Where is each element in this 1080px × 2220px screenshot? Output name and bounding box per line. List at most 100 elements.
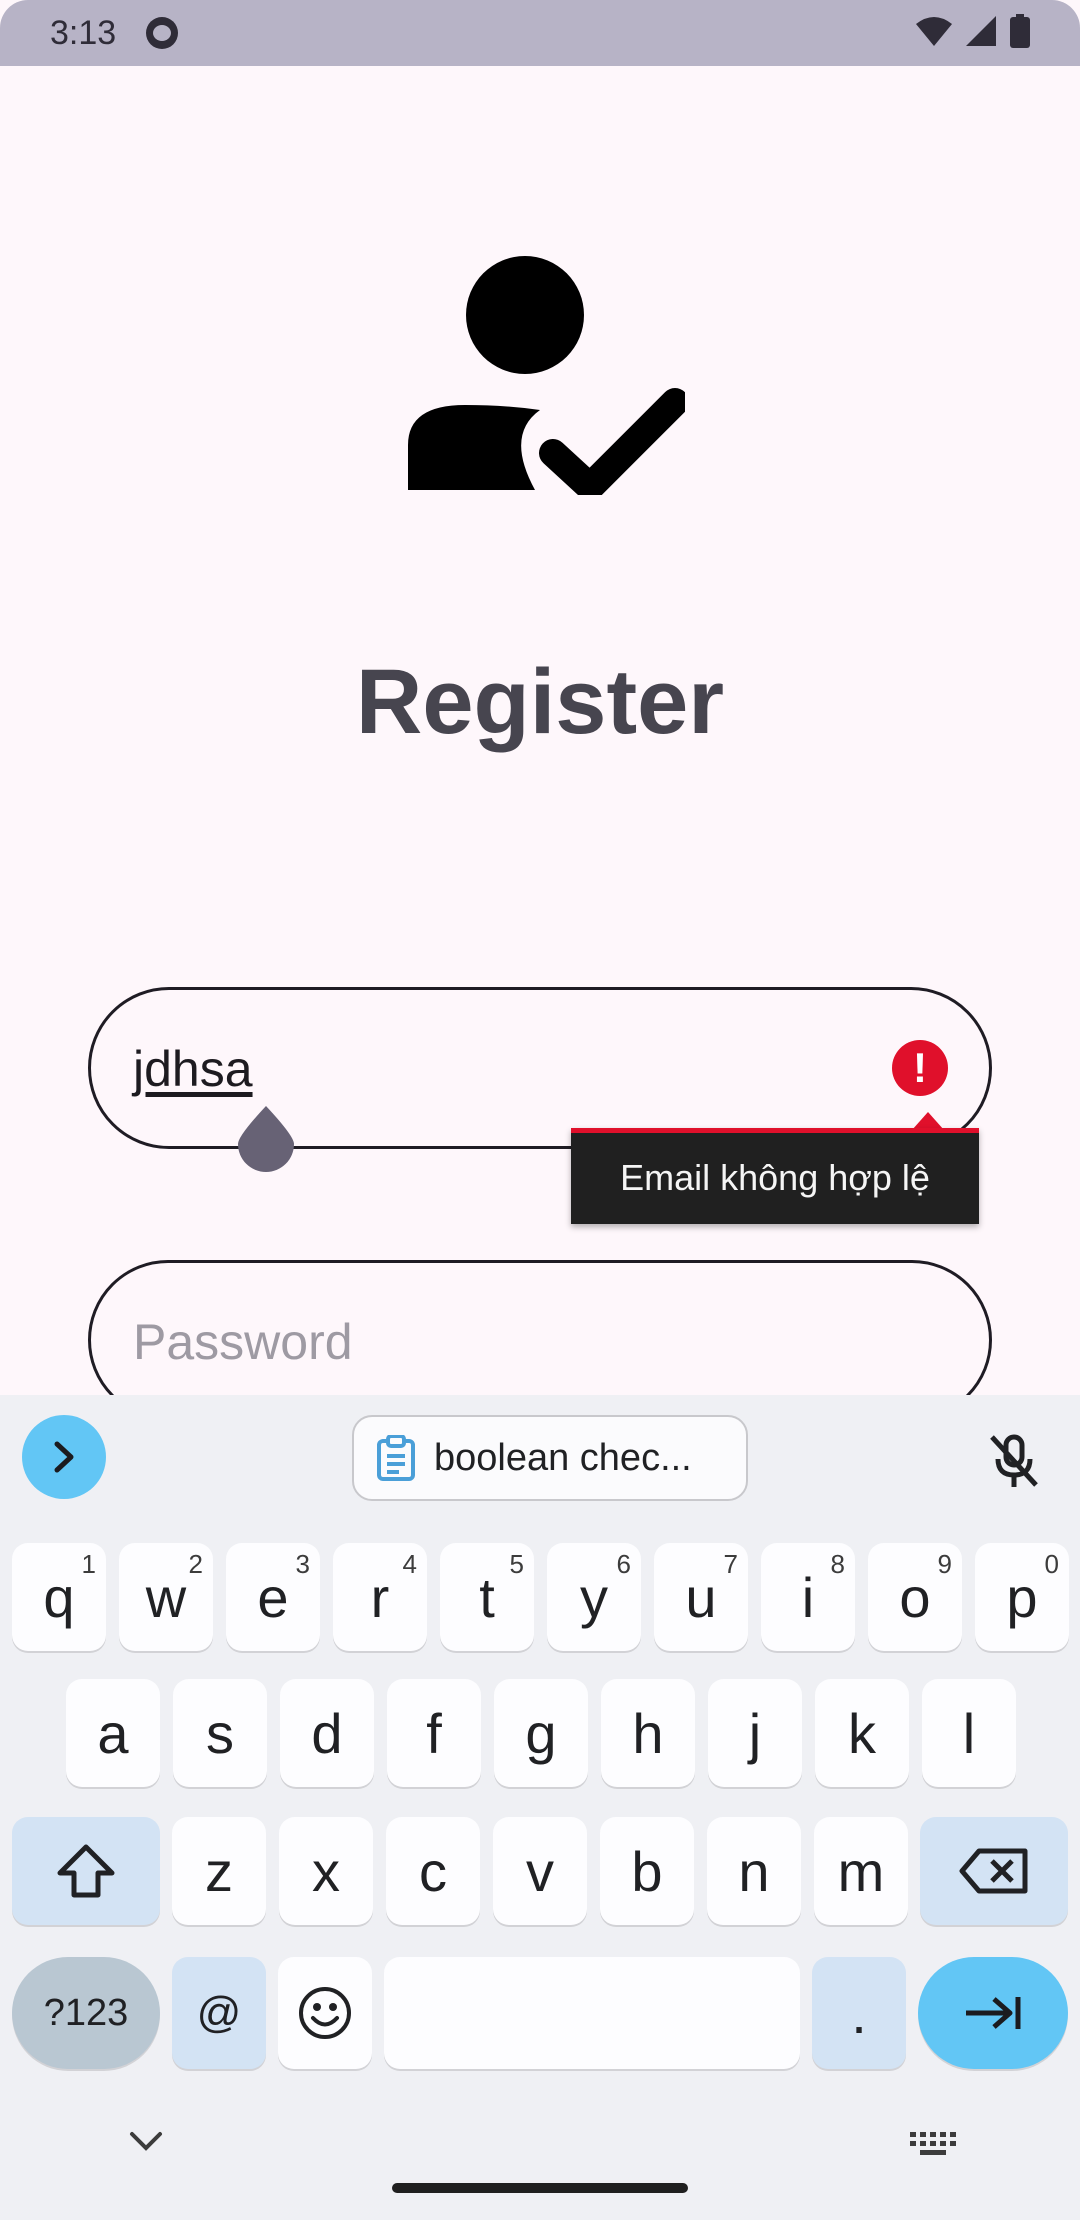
key-label: u	[685, 1565, 717, 1629]
key-t[interactable]: t5	[440, 1543, 534, 1651]
key-label: e	[257, 1565, 289, 1629]
key-hint: 5	[509, 1549, 524, 1579]
soft-keyboard: boolean chec... q1w2e3r4t5y6u7i8o9p0asdf…	[0, 1395, 1080, 2220]
key-v[interactable]: v	[493, 1817, 587, 1925]
key-k[interactable]: k	[815, 1679, 909, 1787]
key-hint: 9	[937, 1549, 952, 1579]
key-hint: 2	[188, 1549, 203, 1579]
status-bar: 3:13	[0, 0, 1080, 66]
backspace-icon	[959, 1848, 1028, 1894]
key-label: i	[801, 1565, 815, 1629]
key-label: a	[97, 1701, 129, 1765]
key-hint: 4	[402, 1549, 417, 1579]
key-x[interactable]: x	[279, 1817, 373, 1925]
gesture-nav-bar[interactable]	[392, 2183, 688, 2193]
text-cursor-handle[interactable]	[238, 1106, 294, 1172]
key-label: m	[837, 1839, 885, 1903]
key-label: x	[312, 1839, 340, 1903]
keyboard-toolbar: boolean chec...	[0, 1395, 1080, 1525]
clipboard-icon	[377, 1435, 415, 1481]
notification-app-icon	[146, 17, 179, 49]
key-n[interactable]: n	[707, 1817, 801, 1925]
mic-off-icon[interactable]	[984, 1431, 1044, 1491]
status-icons	[916, 13, 1030, 53]
person-check-icon	[408, 256, 685, 495]
key-hint: 3	[295, 1549, 310, 1579]
key-j[interactable]: j	[708, 1679, 802, 1787]
key-a[interactable]: a	[66, 1679, 160, 1787]
at-key[interactable]: @	[172, 1957, 266, 2069]
key-hint: 1	[81, 1549, 96, 1579]
key-d[interactable]: d	[280, 1679, 374, 1787]
email-field[interactable]: jdhsa	[88, 987, 992, 1149]
key-label: f	[426, 1701, 442, 1765]
clipboard-suggestion-text: boolean chec...	[434, 1436, 692, 1479]
key-u[interactable]: u7	[654, 1543, 748, 1651]
key-b[interactable]: b	[600, 1817, 694, 1925]
key-label: s	[206, 1701, 234, 1765]
key-label: c	[419, 1839, 447, 1903]
key-hint: 7	[723, 1549, 738, 1579]
key-l[interactable]: l	[922, 1679, 1016, 1787]
key-e[interactable]: e3	[226, 1543, 320, 1651]
key-hint: 8	[830, 1549, 845, 1579]
key-y[interactable]: y6	[547, 1543, 641, 1651]
signal-icon	[966, 15, 996, 51]
wifi-icon	[916, 16, 952, 51]
key-label: h	[632, 1701, 664, 1765]
key-r[interactable]: r4	[333, 1543, 427, 1651]
key-label: o	[899, 1565, 931, 1629]
shift-key[interactable]	[12, 1817, 160, 1925]
key-label: q	[43, 1565, 75, 1629]
key-i[interactable]: i8	[761, 1543, 855, 1651]
key-label: p	[1006, 1565, 1038, 1629]
key-q[interactable]: q1	[12, 1543, 106, 1651]
clipboard-suggestion-chip[interactable]: boolean chec...	[352, 1415, 748, 1501]
key-g[interactable]: g	[494, 1679, 588, 1787]
toolbar-expand-button[interactable]	[22, 1415, 106, 1499]
key-f[interactable]: f	[387, 1679, 481, 1787]
next-key[interactable]	[918, 1957, 1068, 2069]
email-error-tooltip: Email không hợp lệ	[571, 1128, 979, 1224]
space-key[interactable]	[384, 1957, 800, 2069]
key-c[interactable]: c	[386, 1817, 480, 1925]
key-label: k	[848, 1701, 876, 1765]
key-label: w	[145, 1565, 187, 1629]
error-icon: !	[892, 1040, 948, 1096]
backspace-key[interactable]	[920, 1817, 1068, 1925]
chevron-down-icon[interactable]	[128, 2130, 164, 2154]
key-p[interactable]: p0	[975, 1543, 1069, 1651]
register-screen: 3:13 Register jdhsa ! Email không hợp lệ…	[0, 0, 1080, 2220]
symbols-key[interactable]: ?123	[12, 1957, 160, 2069]
key-label: v	[526, 1839, 554, 1903]
emoji-key[interactable]	[278, 1957, 372, 2069]
key-label: r	[370, 1565, 390, 1629]
key-label: j	[748, 1701, 762, 1765]
chevron-right-icon	[54, 1441, 74, 1473]
key-label: t	[479, 1565, 495, 1629]
key-label: y	[580, 1565, 608, 1629]
tab-next-icon	[966, 1997, 1021, 2029]
key-m[interactable]: m	[814, 1817, 908, 1925]
keyboard-switch-icon[interactable]	[910, 2132, 958, 2162]
password-placeholder: Password	[133, 1314, 353, 1370]
key-label: b	[631, 1839, 663, 1903]
key-label: z	[205, 1839, 233, 1903]
period-key[interactable]: .	[812, 1957, 906, 2069]
key-w[interactable]: w2	[119, 1543, 213, 1651]
battery-icon	[1010, 13, 1030, 53]
status-time: 3:13	[50, 13, 117, 52]
key-h[interactable]: h	[601, 1679, 695, 1787]
key-hint: 0	[1044, 1549, 1059, 1579]
email-input-value[interactable]: jdhsa	[133, 1040, 253, 1098]
key-label: n	[738, 1839, 770, 1903]
shift-icon	[57, 1844, 115, 1898]
key-hint: 6	[616, 1549, 631, 1579]
emoji-icon	[299, 1987, 351, 2039]
key-s[interactable]: s	[173, 1679, 267, 1787]
key-label: g	[525, 1701, 557, 1765]
key-label: d	[311, 1701, 343, 1765]
key-z[interactable]: z	[172, 1817, 266, 1925]
key-label: l	[962, 1701, 976, 1765]
key-o[interactable]: o9	[868, 1543, 962, 1651]
